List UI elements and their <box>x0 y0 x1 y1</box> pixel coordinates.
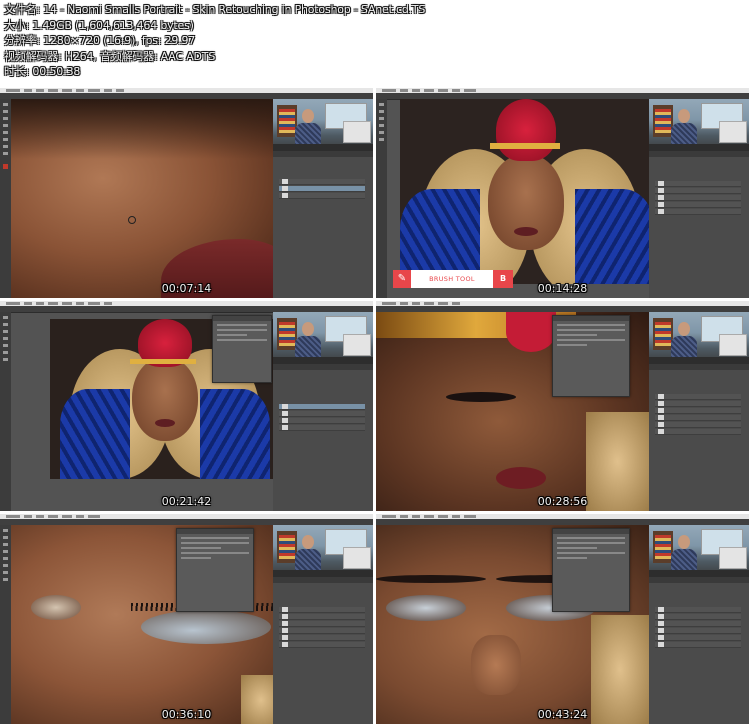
timestamp: 00:43:24 <box>537 708 588 721</box>
instructor-webcam <box>649 312 749 364</box>
timestamp: 00:28:56 <box>537 495 588 508</box>
thumbnail-5[interactable]: 00:36:10 <box>0 514 373 724</box>
instructor-webcam <box>273 312 373 364</box>
blue-feathers-right <box>575 189 649 284</box>
size-line: 大小: 1.49GB (1,604,613,464 bytes) <box>4 18 194 32</box>
thumbnail-6[interactable]: 00:43:24 <box>376 514 749 724</box>
thumbnail-3[interactable]: 00:21:42 <box>0 301 373 511</box>
photoshop-toolbar <box>376 99 387 298</box>
brush-cursor-icon <box>128 216 136 224</box>
photo-canvas[interactable] <box>11 99 273 298</box>
file-info-header: 文件名: 14 - Naomi Smalls Portrait - Skin R… <box>4 2 744 80</box>
photoshop-toolbar <box>0 312 11 511</box>
instructor-webcam <box>649 525 749 577</box>
instructor-webcam <box>273 99 373 151</box>
codec-line: 视频解码器: H264, 音频解码器: AAC ADTS <box>4 49 216 63</box>
properties-panel[interactable] <box>176 528 254 612</box>
photo-canvas[interactable] <box>400 99 649 284</box>
layers-panel <box>273 151 373 298</box>
photoshop-toolbar <box>0 99 11 298</box>
layers-panel <box>649 364 749 511</box>
red-headdress <box>496 99 556 161</box>
layers-panel <box>273 577 373 724</box>
resolution-line: 分辨率: 1280×720 (16:9), fps: 29.97 <box>4 34 196 47</box>
instructor-webcam <box>649 99 749 151</box>
properties-panel[interactable] <box>552 528 630 612</box>
thumbnail-grid: 00:07:14 00:14:28 00:21:42 00:28:56 00:3… <box>0 88 750 724</box>
layers-panel <box>273 364 373 511</box>
properties-panel[interactable] <box>552 315 630 397</box>
timestamp: 00:07:14 <box>161 282 212 295</box>
timestamp: 00:21:42 <box>161 495 212 508</box>
thumbnail-1[interactable]: 00:07:14 <box>0 88 373 298</box>
instructor-webcam <box>273 525 373 577</box>
brush-tool-banner: ✎ BRUSH TOOL B <box>393 270 513 288</box>
layers-panel <box>649 577 749 724</box>
duration-line: 时长: 00:50:38 <box>4 65 81 78</box>
properties-panel[interactable] <box>212 315 272 383</box>
photoshop-toolbar <box>0 525 11 724</box>
filename-line: 文件名: 14 - Naomi Smalls Portrait - Skin R… <box>4 3 426 16</box>
thumbnail-4[interactable]: 00:28:56 <box>376 301 749 511</box>
brush-tool-shortcut: B <box>493 270 513 288</box>
timestamp: 00:36:10 <box>161 708 212 721</box>
layers-panel <box>649 151 749 298</box>
brush-icon: ✎ <box>393 270 411 288</box>
brush-tool-label: BRUSH TOOL <box>411 270 493 288</box>
thumbnail-2[interactable]: 00:14:28 <box>376 88 749 298</box>
